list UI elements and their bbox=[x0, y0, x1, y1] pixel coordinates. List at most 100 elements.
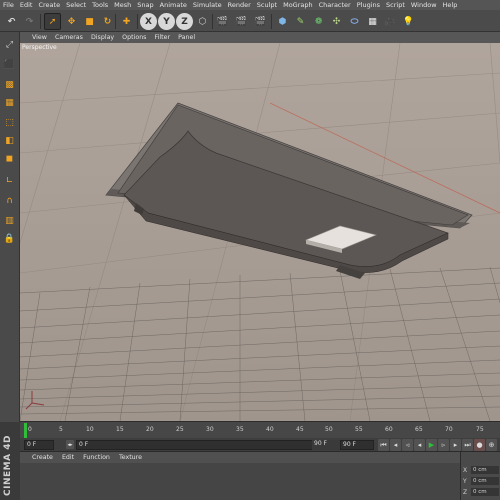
lock-workplane-icon[interactable]: 🔒 bbox=[1, 230, 18, 247]
coord-row-y: Y 0 cm bbox=[463, 477, 499, 485]
render-settings-icon[interactable]: 🎬 bbox=[252, 13, 269, 30]
main-menubar: File Edit Create Select Tools Mesh Snap … bbox=[0, 0, 500, 10]
menu-animate[interactable]: Animate bbox=[160, 1, 187, 9]
timeline-tick: 30 bbox=[206, 426, 214, 433]
brand-logo-text: CINEMA 4D bbox=[3, 435, 13, 496]
menu-simulate[interactable]: Simulate bbox=[193, 1, 222, 9]
model-mode-icon[interactable]: ⬛ bbox=[1, 56, 18, 73]
menu-render[interactable]: Render bbox=[228, 1, 251, 9]
coord-axis-label: X bbox=[463, 466, 468, 474]
camera-icon[interactable]: 🎥 bbox=[382, 13, 399, 30]
menu-sculpt[interactable]: Sculpt bbox=[257, 1, 277, 9]
render-picture-viewer-icon[interactable]: 🎬 bbox=[233, 13, 250, 30]
go-to-start-icon[interactable]: ⏮ bbox=[378, 439, 389, 451]
menu-select[interactable]: Select bbox=[66, 1, 86, 9]
menu-tools[interactable]: Tools bbox=[92, 1, 108, 9]
material-menu-edit[interactable]: Edit bbox=[62, 454, 74, 461]
start-frame-slider[interactable]: 0 F bbox=[76, 440, 338, 450]
redo-icon[interactable]: ↷ bbox=[21, 13, 38, 30]
previous-frame-icon[interactable]: ◃ bbox=[402, 439, 413, 451]
viewport-menu-cameras[interactable]: Cameras bbox=[55, 34, 83, 41]
end-frame-value: 90 F bbox=[312, 440, 340, 450]
add-object-icon[interactable]: ✚ bbox=[118, 13, 135, 30]
coord-y-field[interactable]: 0 cm bbox=[471, 477, 499, 485]
brand-strip: CINEMA 4D bbox=[0, 422, 20, 500]
menu-plugins[interactable]: Plugins bbox=[357, 1, 380, 9]
range-start-arrows-icon[interactable]: ◂▸ bbox=[66, 440, 74, 449]
subdivision-surface-icon[interactable]: ❁ bbox=[310, 13, 327, 30]
menu-character[interactable]: Character bbox=[319, 1, 351, 9]
coord-x-field[interactable]: 0 cm bbox=[471, 466, 499, 474]
perspective-viewport[interactable]: Perspective bbox=[20, 43, 500, 421]
timeline-tick: 40 bbox=[266, 426, 274, 433]
menu-window[interactable]: Window bbox=[411, 1, 437, 9]
menu-script[interactable]: Script bbox=[386, 1, 405, 9]
menu-mograph[interactable]: MoGraph bbox=[283, 1, 313, 9]
live-selection-icon[interactable]: ➚ bbox=[44, 13, 61, 30]
previous-key-icon[interactable]: ◂ bbox=[390, 439, 401, 451]
snap-icon[interactable]: ∩ bbox=[1, 192, 18, 209]
points-mode-icon[interactable]: ⬚ bbox=[1, 114, 18, 131]
floor-icon[interactable]: ▦ bbox=[364, 13, 381, 30]
axis-x-button[interactable]: X bbox=[140, 13, 157, 30]
animation-toolbar: 0 F ◂▸ 0 F 90 F 90 F ⏮ ◂ ◃ ◂ ▶ ▹ ▸ ⏭ ● ⊕ bbox=[20, 438, 500, 452]
sculpt-icon[interactable]: ▥ bbox=[1, 212, 18, 229]
viewport-menu-filter[interactable]: Filter bbox=[154, 34, 170, 41]
render-view-icon[interactable]: 🎬 bbox=[214, 13, 231, 30]
menu-snap[interactable]: Snap bbox=[137, 1, 153, 9]
record-keys-icon[interactable]: ● bbox=[474, 439, 485, 451]
viewport-menu-options[interactable]: Options bbox=[122, 34, 146, 41]
timeline-tick: 75 bbox=[476, 426, 484, 433]
timeline-tick: 60 bbox=[385, 426, 393, 433]
axis-y-button[interactable]: Y bbox=[158, 13, 175, 30]
polygons-mode-icon[interactable]: ◼ bbox=[1, 150, 18, 167]
timeline-tick: 50 bbox=[325, 426, 333, 433]
timeline-tick: 35 bbox=[236, 426, 244, 433]
menu-edit[interactable]: Edit bbox=[20, 1, 33, 9]
timeline-tick: 10 bbox=[86, 426, 94, 433]
next-frame-icon[interactable]: ▹ bbox=[438, 439, 449, 451]
menu-create[interactable]: Create bbox=[38, 1, 60, 9]
workplane-icon[interactable]: ▦ bbox=[1, 94, 18, 111]
deformer-icon[interactable]: ⬭ bbox=[346, 13, 363, 30]
left-tool-palette: ⤢ ⬛ ▩ ▦ ⬚ ◧ ◼ ∟ ∩ ▥ 🔒 bbox=[0, 32, 20, 422]
viewport-menu-view[interactable]: View bbox=[32, 34, 47, 41]
texture-mode-icon[interactable]: ▩ bbox=[1, 76, 18, 93]
viewport-menu-display[interactable]: Display bbox=[91, 34, 114, 41]
axis-z-button[interactable]: Z bbox=[176, 13, 193, 30]
end-frame-field[interactable]: 90 F bbox=[340, 440, 374, 450]
playhead-marker[interactable] bbox=[24, 423, 27, 438]
coord-row-x: X 0 cm bbox=[463, 466, 499, 474]
viewport-camera-label: Perspective bbox=[22, 44, 57, 51]
menu-file[interactable]: File bbox=[3, 1, 14, 9]
array-icon[interactable]: ✣ bbox=[328, 13, 345, 30]
play-forward-icon[interactable]: ▶ bbox=[426, 439, 437, 451]
timeline-tick: 0 bbox=[28, 426, 32, 433]
material-menu-function[interactable]: Function bbox=[83, 454, 110, 461]
next-key-icon[interactable]: ▸ bbox=[450, 439, 461, 451]
scale-icon[interactable]: ■ bbox=[81, 13, 98, 30]
cube-primitive-icon[interactable]: ⬢ bbox=[274, 13, 291, 30]
current-frame-field[interactable]: 0 F bbox=[24, 440, 54, 450]
menu-help[interactable]: Help bbox=[443, 1, 458, 9]
viewport-menu-panel[interactable]: Panel bbox=[178, 34, 195, 41]
play-backward-icon[interactable]: ◂ bbox=[414, 439, 425, 451]
timeline-tick: 15 bbox=[116, 426, 124, 433]
move-icon[interactable]: ✥ bbox=[63, 13, 80, 30]
rotate-icon[interactable]: ↻ bbox=[99, 13, 116, 30]
material-menu-texture[interactable]: Texture bbox=[119, 454, 142, 461]
undo-icon[interactable]: ↶ bbox=[3, 13, 20, 30]
spline-pen-icon[interactable]: ✎ bbox=[292, 13, 309, 30]
go-to-end-icon[interactable]: ⏭ bbox=[462, 439, 473, 451]
autokey-icon[interactable]: ⊕ bbox=[486, 439, 497, 451]
coord-z-field[interactable]: 0 cm bbox=[471, 488, 499, 496]
edges-mode-icon[interactable]: ◧ bbox=[1, 132, 18, 149]
coordinate-system-icon[interactable]: ⬡ bbox=[194, 13, 211, 30]
make-editable-icon[interactable]: ⤢ bbox=[1, 36, 18, 53]
material-manager-area[interactable] bbox=[20, 463, 460, 500]
axis-mode-icon[interactable]: ∟ bbox=[1, 172, 18, 189]
light-icon[interactable]: 💡 bbox=[400, 13, 417, 30]
menu-mesh[interactable]: Mesh bbox=[114, 1, 131, 9]
timeline-ruler[interactable]: 0 5 10 15 20 25 30 35 40 45 50 55 60 65 … bbox=[20, 421, 500, 438]
material-menu-create[interactable]: Create bbox=[32, 454, 53, 461]
